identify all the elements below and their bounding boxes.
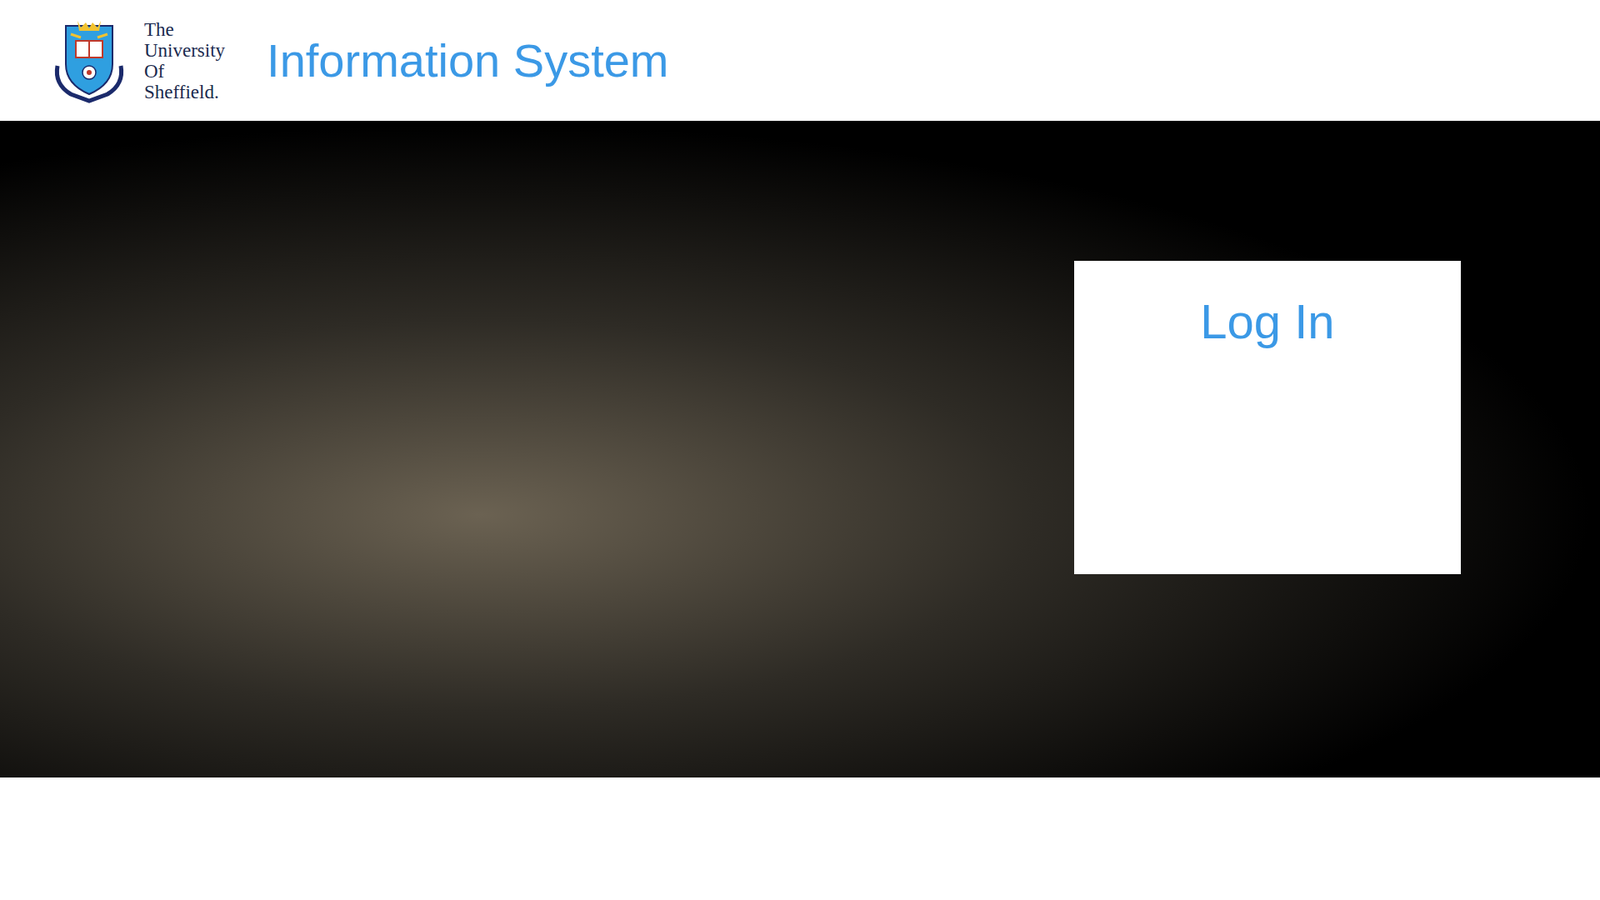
university-crest-icon [45, 17, 133, 105]
logo-text-line: University [144, 40, 225, 61]
logo-text-line: Sheffield. [144, 81, 225, 103]
app: TheUniversityOfSheffield. Information Sys… [0, 0, 1600, 900]
logo-text: TheUniversityOfSheffield. [144, 19, 225, 103]
login-card: Log In [1074, 260, 1461, 575]
footer-space [0, 777, 1600, 900]
logo-text-line: Of [144, 60, 225, 82]
login-title: Log In [1200, 292, 1335, 351]
header: TheUniversityOfSheffield. Information Sys… [0, 0, 1600, 121]
page-title: Information System [266, 32, 669, 89]
logo-text-line: The [144, 19, 225, 40]
background-photo: Log In [0, 120, 1600, 778]
university-logo[interactable]: TheUniversityOfSheffield. [45, 17, 225, 105]
